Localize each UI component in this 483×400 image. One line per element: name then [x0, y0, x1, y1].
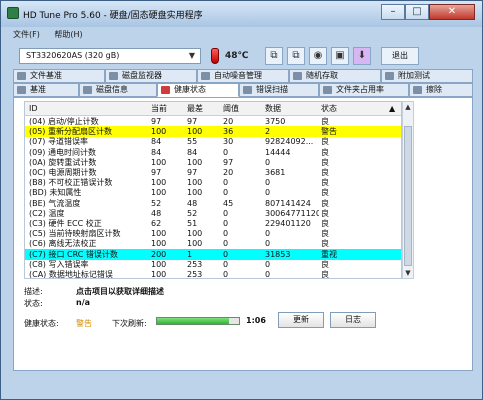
toolbar: ST3320620AS (320 gB) ▼ 48℃ ⧉ ⧉ ◉ ▣ ⬇ 退出: [13, 45, 473, 67]
tabs-row-2: 基准 磁盘信息 健康状态 错误扫描 文件夹占用率 擦除: [13, 83, 473, 97]
health-panel: ID 当前 最差 阈值 数据 状态 ▲ (04) 启动/停止计数 97 97 20 37…: [13, 97, 473, 371]
save-button[interactable]: ▣: [331, 47, 349, 65]
health-icon: [161, 86, 170, 94]
description-label: 描述:: [24, 287, 43, 296]
status-row: 健康状态: 警告 下次刷新:: [14, 312, 472, 334]
tab-disk-monitor[interactable]: 磁盘监视器: [105, 69, 197, 83]
menu-help[interactable]: 帮助(H): [54, 29, 82, 40]
details-area: 描述: 点击项目以获取详细描述 状态: n/a: [14, 282, 472, 312]
col-status[interactable]: 状态: [321, 103, 361, 114]
app-window: HD Tune Pro 5.60 - 硬盘/固态硬盘实用程序 – □ ✕ 文件(…: [0, 0, 483, 400]
chevron-down-icon: ▼: [188, 51, 196, 60]
maximize-button[interactable]: □: [405, 4, 429, 20]
app-icon: [7, 7, 19, 19]
table-row[interactable]: (CA) 数据地址标记错误 100 253 0 0 良: [25, 269, 401, 279]
tab-benchmark[interactable]: 基准: [13, 83, 79, 97]
description-value: 点击项目以获取详细描述: [76, 287, 164, 296]
window-title: HD Tune Pro 5.60 - 硬盘/固态硬盘实用程序: [23, 11, 203, 21]
copy-icon: ⧉: [270, 50, 278, 61]
erase-icon: [413, 86, 422, 94]
col-current[interactable]: 当前: [151, 103, 185, 114]
folder-icon: [323, 86, 332, 94]
cell-worst: 253: [187, 270, 203, 279]
tabs-row-1: 文件基准 磁盘监视器 自动噪音管理 随机存取 附加测试: [13, 69, 473, 83]
refresh-time: 1:06: [246, 316, 266, 325]
next-refresh-label: 下次刷新:: [112, 319, 147, 328]
col-id[interactable]: ID: [29, 103, 139, 114]
tab-file-benchmark[interactable]: 文件基准: [13, 69, 105, 83]
copy-all-button[interactable]: ⧉: [287, 47, 305, 65]
thermometer-icon: [211, 48, 219, 64]
health-status-label: 健康状态:: [24, 319, 59, 328]
info-icon: [83, 86, 92, 94]
cell-status: 良: [321, 270, 329, 279]
tab-error-scan[interactable]: 错误扫描: [239, 83, 319, 97]
minimize-button[interactable]: –: [381, 4, 405, 20]
smart-table[interactable]: ID 当前 最差 阈值 数据 状态 ▲ (04) 启动/停止计数 97 97 20 37…: [24, 101, 402, 279]
tab-extra-tests[interactable]: 附加测试: [381, 69, 473, 83]
camera-icon: ◉: [313, 50, 323, 61]
cell-data: 0: [265, 270, 271, 279]
refresh-progress-bar: [156, 317, 240, 325]
cell-threshold: 0: [223, 270, 229, 279]
drive-select-value: ST3320620AS (320 gB): [26, 51, 120, 60]
scroll-down-icon[interactable]: ▼: [403, 268, 413, 278]
update-button[interactable]: 更新: [278, 312, 324, 328]
table-header: ID 当前 最差 阈值 数据 状态 ▲: [25, 102, 401, 116]
menu-file[interactable]: 文件(F): [13, 29, 40, 40]
cell-current: 100: [151, 270, 167, 279]
temperature-value: 48℃: [225, 51, 249, 61]
bench-icon: [17, 86, 26, 94]
download-icon: ⬇: [357, 50, 367, 61]
menu-bar: 文件(F) 帮助(H): [13, 29, 473, 43]
col-data[interactable]: 数据: [265, 103, 319, 114]
title-bar: HD Tune Pro 5.60 - 硬盘/固态硬盘实用程序 – □ ✕: [1, 1, 482, 27]
file-icon: [17, 72, 26, 80]
state-label: 状态:: [24, 299, 43, 308]
scan-icon: [243, 86, 252, 94]
screenshot-button[interactable]: ◉: [309, 47, 327, 65]
save-icon: ▣: [335, 50, 345, 61]
exit-button[interactable]: 退出: [381, 47, 419, 65]
tab-random-access[interactable]: 随机存取: [289, 69, 381, 83]
random-icon: [293, 72, 302, 80]
download-button[interactable]: ⬇: [353, 47, 371, 65]
log-button[interactable]: 日志: [330, 312, 376, 328]
cell-id: (CA) 数据地址标记错误: [29, 270, 113, 279]
state-value: n/a: [76, 298, 91, 307]
tab-disk-info[interactable]: 磁盘信息: [79, 83, 157, 97]
col-threshold[interactable]: 阈值: [223, 103, 263, 114]
col-worst[interactable]: 最差: [187, 103, 221, 114]
scroll-up-icon[interactable]: ▲: [403, 102, 413, 112]
drive-select[interactable]: ST3320620AS (320 gB) ▼: [19, 48, 201, 64]
tab-health[interactable]: 健康状态: [157, 83, 239, 97]
refresh-progress-fill: [157, 318, 230, 324]
tab-aam[interactable]: 自动噪音管理: [197, 69, 289, 83]
copy-info-button[interactable]: ⧉: [265, 47, 283, 65]
copy-icon: ⧉: [292, 50, 300, 61]
speaker-icon: [201, 72, 210, 80]
monitor-icon: [109, 72, 118, 80]
tab-erase[interactable]: 擦除: [409, 83, 473, 97]
table-scrollbar[interactable]: ▲ ▼: [402, 101, 414, 279]
scroll-thumb[interactable]: [404, 126, 412, 266]
health-status-value: 警告: [76, 319, 92, 328]
tab-folder-usage[interactable]: 文件夹占用率: [319, 83, 409, 97]
close-button[interactable]: ✕: [429, 4, 475, 20]
sort-indicator-icon: ▲: [389, 104, 396, 113]
test-icon: [385, 72, 394, 80]
